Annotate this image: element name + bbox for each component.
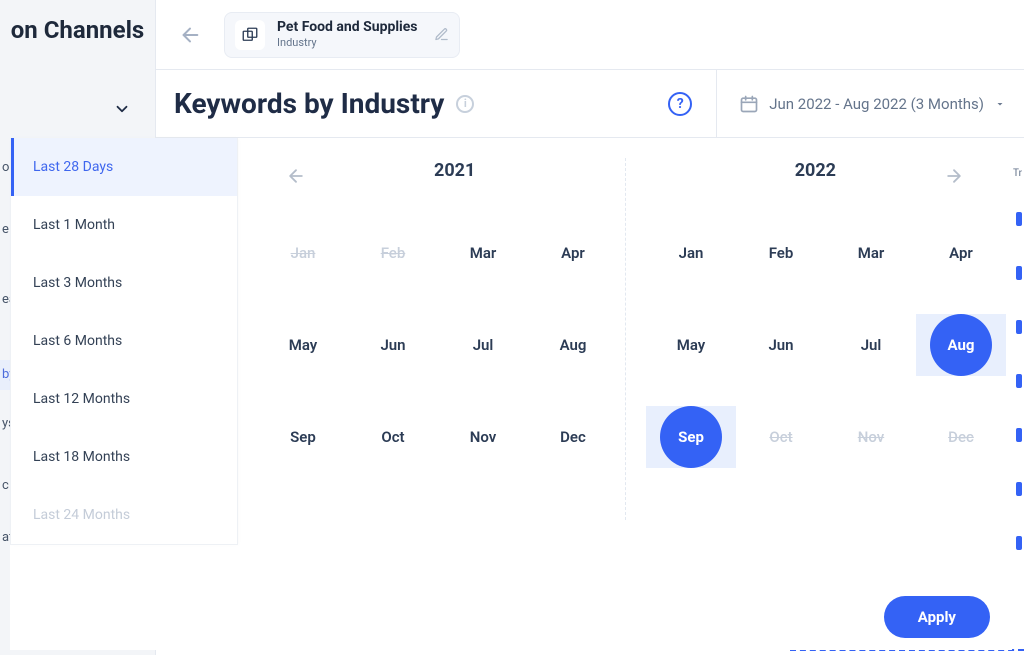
chip-subtitle: Industry [277,36,418,49]
right-year-label: 2022 [795,160,836,181]
right-month-grid: Jan Feb Mar Apr May Jun Jul Aug Sep Oct … [646,222,1006,468]
month-cell: Oct [736,406,826,468]
right-marker [1016,374,1022,388]
edit-icon[interactable] [434,27,449,42]
month-cell[interactable]: Jul [438,314,528,376]
calendar-icon [739,94,759,114]
right-marker [1016,266,1022,280]
preset-last-24-months: Last 24 Months [11,486,237,544]
month-cell[interactable]: Jun [736,314,826,376]
gutter-title: on Channels [0,0,155,44]
help-icon[interactable]: ? [668,92,692,116]
right-marker [1016,428,1022,442]
month-cell[interactable]: Oct [348,406,438,468]
right-marker [1016,482,1022,496]
month-cell[interactable]: Apr [528,222,618,284]
month-cell[interactable]: May [258,314,348,376]
month-cell[interactable]: Nov [438,406,528,468]
right-edge-label: Tr [1013,168,1022,179]
info-icon[interactable]: i [456,95,474,113]
month-cell[interactable]: Sep [258,406,348,468]
right-marker [1016,212,1022,226]
left-month-grid: Jan Feb Mar Apr May Jun Jul Aug Sep Oct … [258,222,618,468]
preset-list: Last 28 Days Last 1 Month Last 3 Months … [10,138,238,545]
apply-button[interactable]: Apply [884,596,990,638]
month-cell-selected[interactable]: Sep [646,406,736,468]
calendar-area: 2021 2022 Jan Feb Mar Apr May Jun Jul Au… [238,138,1012,650]
prev-year-button[interactable] [282,162,310,190]
date-picker-popover: Last 28 Days Last 1 Month Last 3 Months … [10,138,1012,650]
next-year-button[interactable] [940,162,968,190]
month-cell-selected[interactable]: Aug [916,314,1006,376]
month-cell: Jan [258,222,348,284]
month-cell: Nov [826,406,916,468]
month-cell[interactable]: Apr [916,222,1006,284]
month-cell: Feb [348,222,438,284]
industry-icon [235,20,265,50]
preset-last-28-days[interactable]: Last 28 Days [11,138,237,196]
right-marker [1016,320,1022,334]
caret-down-icon [994,98,1006,110]
page-title-text: Keywords by Industry [174,87,444,120]
preset-last-3-months[interactable]: Last 3 Months [11,254,237,312]
date-range-text: Jun 2022 - Aug 2022 (3 Months) [769,95,984,113]
preset-last-6-months[interactable]: Last 6 Months [11,312,237,370]
sub-header: Keywords by Industry i ? Jun 2022 - Aug … [156,70,1024,138]
month-cell[interactable]: Mar [826,222,916,284]
calendar-divider [625,158,626,520]
month-cell[interactable]: May [646,314,736,376]
industry-chip[interactable]: Pet Food and Supplies Industry [224,12,460,58]
left-year-label: 2021 [434,160,475,181]
preset-last-1-month[interactable]: Last 1 Month [11,196,237,254]
chevron-down-icon[interactable] [113,100,131,118]
month-cell[interactable]: Aug [528,314,618,376]
month-cell: Dec [916,406,1006,468]
preset-last-12-months[interactable]: Last 12 Months [11,370,237,428]
month-cell[interactable]: Feb [736,222,826,284]
month-cell[interactable]: Mar [438,222,528,284]
month-cell[interactable]: Jun [348,314,438,376]
date-range-trigger[interactable]: Jun 2022 - Aug 2022 (3 Months) [716,70,1006,137]
month-cell[interactable]: Jul [826,314,916,376]
back-button[interactable] [174,19,206,51]
month-cell[interactable]: Dec [528,406,618,468]
top-bar: Pet Food and Supplies Industry [156,0,1024,70]
page-title: Keywords by Industry i [174,87,474,120]
preset-last-18-months[interactable]: Last 18 Months [11,428,237,486]
right-marker [1016,536,1022,550]
month-cell[interactable]: Jan [646,222,736,284]
chip-title: Pet Food and Supplies [277,20,418,35]
